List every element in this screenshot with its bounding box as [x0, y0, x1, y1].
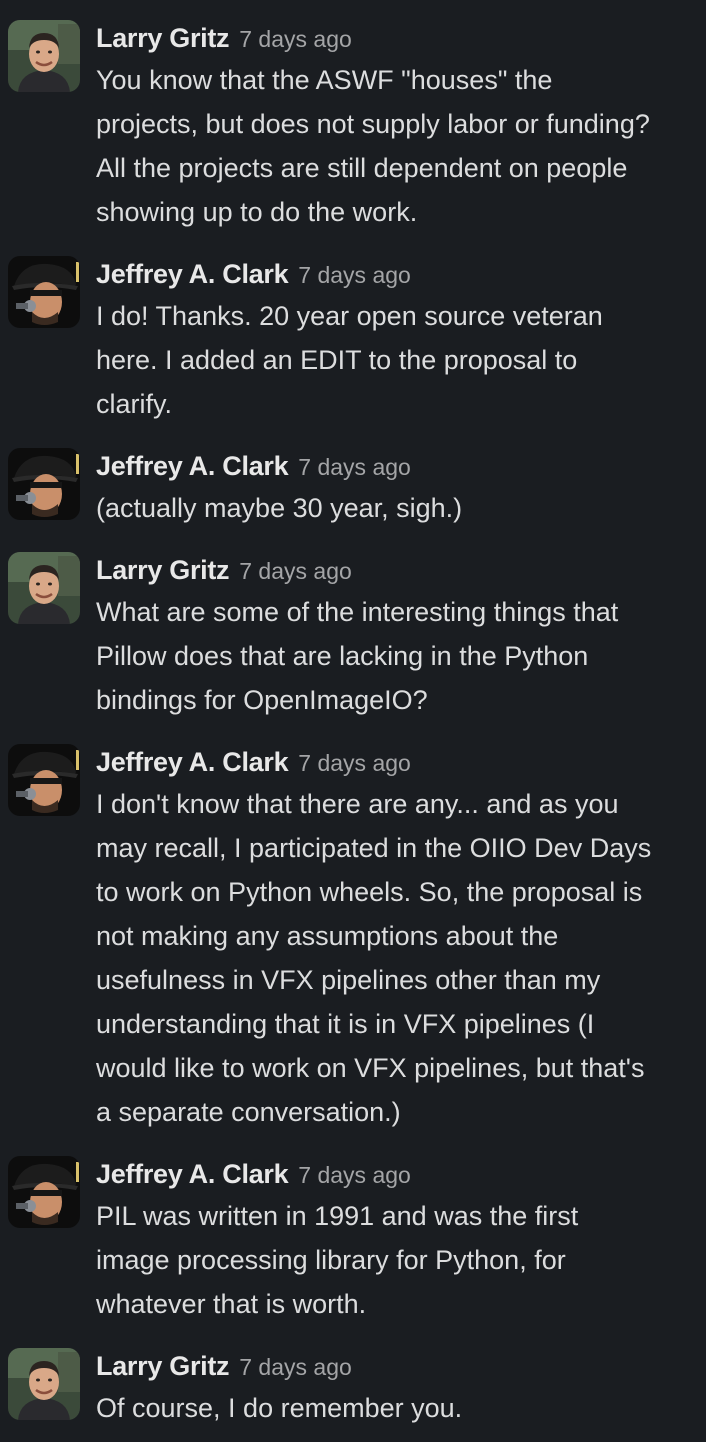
message-text-line: image processing library for Python, for: [96, 1245, 566, 1275]
message-content: Jeffrey A. Clark 7 days ago I don't know …: [96, 742, 706, 1134]
message-text-line: would like to work on VFX pipelines, but…: [96, 1053, 645, 1083]
avatar-larry-icon[interactable]: [8, 552, 80, 624]
message-content: Jeffrey A. Clark 7 days ago I do! Thanks.…: [96, 254, 706, 426]
author-name[interactable]: Jeffrey A. Clark: [96, 747, 289, 777]
author-name[interactable]: Jeffrey A. Clark: [96, 259, 289, 289]
message-body: You know that the ASWF "houses" the proj…: [96, 58, 706, 234]
avatar-jeffrey-icon[interactable]: [8, 1156, 80, 1228]
message-item: Jeffrey A. Clark 7 days ago PIL was writt…: [0, 1154, 706, 1324]
message-body: (actually maybe 30 year, sigh.): [96, 486, 706, 530]
message-header: Larry Gritz 7 days ago: [96, 550, 706, 590]
avatar-jeffrey-icon[interactable]: [8, 744, 80, 816]
message-timestamp[interactable]: 7 days ago: [298, 262, 411, 288]
message-item: Larry Gritz 7 days ago Of course, I do re…: [0, 1346, 706, 1430]
author-name[interactable]: Jeffrey A. Clark: [96, 451, 289, 481]
message-text-line: showing up to do the work.: [96, 197, 418, 227]
message-text-line: not making any assumptions about the: [96, 921, 559, 951]
avatar-jeffrey-icon[interactable]: [8, 448, 80, 520]
message-item: Larry Gritz 7 days ago You know that the …: [0, 18, 706, 232]
message-timestamp[interactable]: 7 days ago: [298, 454, 411, 480]
message-text-line: bindings for OpenImageIO?: [96, 685, 428, 715]
message-header: Jeffrey A. Clark 7 days ago: [96, 254, 706, 294]
message-text-line: whatever that is worth.: [96, 1289, 367, 1319]
message-header: Jeffrey A. Clark 7 days ago: [96, 1154, 706, 1194]
message-item: Jeffrey A. Clark 7 days ago (actually may…: [0, 446, 706, 530]
message-text-line: a separate conversation.): [96, 1097, 401, 1127]
message-text-line: understanding that it is in VFX pipeline…: [96, 1009, 595, 1039]
message-timestamp[interactable]: 7 days ago: [239, 26, 352, 52]
message-content: Jeffrey A. Clark 7 days ago PIL was writt…: [96, 1154, 706, 1326]
message-content: Larry Gritz 7 days ago Of course, I do re…: [96, 1346, 706, 1430]
author-name[interactable]: Larry Gritz: [96, 555, 230, 585]
message-text-line: What are some of the interesting things …: [96, 597, 619, 627]
message-body: Of course, I do remember you.: [96, 1386, 706, 1430]
message-text-line: clarify.: [96, 389, 173, 419]
message-content: Jeffrey A. Clark 7 days ago (actually may…: [96, 446, 706, 530]
avatar-larry-icon[interactable]: [8, 1348, 80, 1420]
author-name[interactable]: Larry Gritz: [96, 1351, 230, 1381]
avatar-jeffrey-icon[interactable]: [8, 256, 80, 328]
message-item: Jeffrey A. Clark 7 days ago I don't know …: [0, 742, 706, 1136]
message-text-line: PIL was written in 1991 and was the firs…: [96, 1201, 579, 1231]
message-timestamp[interactable]: 7 days ago: [298, 1162, 411, 1188]
message-text-line: All the projects are still dependent on …: [96, 153, 628, 183]
message-text-line: may recall, I participated in the OIIO D…: [96, 833, 652, 863]
message-text-line: You know that the ASWF "houses" the: [96, 65, 553, 95]
message-text-line: I do! Thanks. 20 year open source vetera…: [96, 301, 603, 331]
message-item: Jeffrey A. Clark 7 days ago I do! Thanks.…: [0, 254, 706, 424]
author-name[interactable]: Larry Gritz: [96, 23, 230, 53]
message-timestamp[interactable]: 7 days ago: [239, 1354, 352, 1380]
message-text-line: to work on Python wheels. So, the propos…: [96, 877, 643, 907]
message-body: What are some of the interesting things …: [96, 590, 706, 722]
message-body: I don't know that there are any... and a…: [96, 782, 706, 1134]
message-text-line: projects, but does not supply labor or f…: [96, 109, 650, 139]
message-text-line: Of course, I do remember you.: [96, 1393, 463, 1423]
message-header: Larry Gritz 7 days ago: [96, 1346, 706, 1386]
message-timestamp[interactable]: 7 days ago: [298, 750, 411, 776]
message-item: Larry Gritz 7 days ago What are some of t…: [0, 550, 706, 720]
message-content: Larry Gritz 7 days ago What are some of t…: [96, 550, 706, 722]
message-header: Jeffrey A. Clark 7 days ago: [96, 446, 706, 486]
message-text-line: (actually maybe 30 year, sigh.): [96, 493, 463, 523]
message-text-line: I don't know that there are any... and a…: [96, 789, 619, 819]
author-name[interactable]: Jeffrey A. Clark: [96, 1159, 289, 1189]
avatar-larry-icon[interactable]: [8, 20, 80, 92]
message-timestamp[interactable]: 7 days ago: [239, 558, 352, 584]
message-content: Larry Gritz 7 days ago You know that the …: [96, 18, 706, 234]
message-body: PIL was written in 1991 and was the firs…: [96, 1194, 706, 1326]
message-header: Jeffrey A. Clark 7 days ago: [96, 742, 706, 782]
message-body: I do! Thanks. 20 year open source vetera…: [96, 294, 706, 426]
message-text-line: here. I added an EDIT to the proposal to: [96, 345, 578, 375]
message-header: Larry Gritz 7 days ago: [96, 18, 706, 58]
message-text-line: Pillow does that are lacking in the Pyth…: [96, 641, 589, 671]
message-text-line: usefulness in VFX pipelines other than m…: [96, 965, 601, 995]
